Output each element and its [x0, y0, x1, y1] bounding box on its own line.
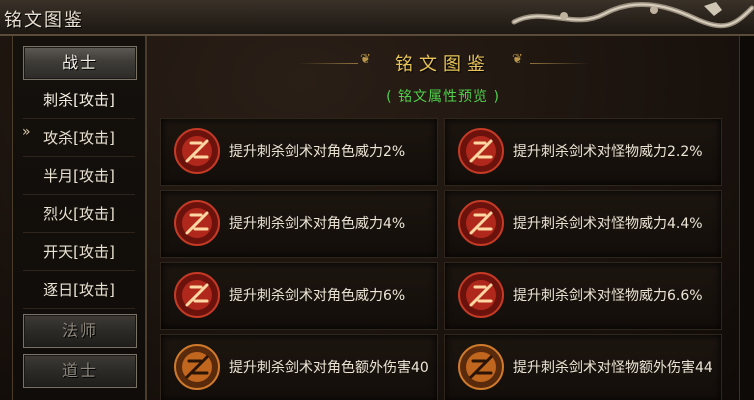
- red-rune-icon: [174, 272, 220, 318]
- panel-title: 铭文图鉴: [395, 54, 491, 75]
- dragon-ornament-icon: [511, 1, 754, 29]
- red-rune-icon: [174, 128, 220, 174]
- red-rune-icon: [458, 200, 504, 246]
- inscription-card[interactable]: 提升刺杀剑术对怪物威力6.6%: [444, 262, 722, 330]
- inscription-card[interactable]: 提升刺杀剑术对角色威力6%: [160, 262, 438, 330]
- skill-item-cisha[interactable]: 刺杀[攻击]: [23, 83, 135, 119]
- skill-item-liehuo[interactable]: 烈火[攻击]: [23, 197, 135, 233]
- inscription-window: 铭文图鉴 战士 » 刺杀[攻击] 攻杀[攻击] 半月[攻击] 烈火[攻击] 开天…: [0, 0, 754, 400]
- inscription-card[interactable]: 提升刺杀剑术对怪物威力2.2%: [444, 118, 722, 186]
- orange-rune-icon: [174, 344, 220, 390]
- card-text: 提升刺杀剑术对角色威力2%: [229, 144, 406, 160]
- inscription-card[interactable]: 提升刺杀剑术对怪物威力4.4%: [444, 190, 722, 258]
- skill-item-banyue[interactable]: 半月[攻击]: [23, 159, 135, 195]
- card-text: 提升刺杀剑术对怪物额外伤害44: [513, 360, 713, 376]
- orange-rune-icon: [458, 344, 504, 390]
- card-text: 提升刺杀剑术对角色威力4%: [229, 216, 406, 232]
- red-rune-icon: [458, 128, 504, 174]
- card-text: 提升刺杀剑术对怪物威力4.4%: [513, 216, 703, 232]
- category-warrior-button[interactable]: 战士: [23, 46, 137, 80]
- skill-item-kaitian[interactable]: 开天[攻击]: [23, 235, 135, 271]
- card-text: 提升刺杀剑术对怪物威力2.2%: [513, 144, 703, 160]
- inscription-card[interactable]: 提升刺杀剑术对怪物额外伤害44: [444, 334, 722, 400]
- main-panel: ❦ 铭文图鉴 ❦ ( 铭文属性预览 ) 提升刺杀剑术对角色威力2% 提升刺杀剑术…: [148, 36, 738, 400]
- category-taoist-button[interactable]: 道士: [23, 354, 137, 388]
- ornament-right-icon: ❦: [512, 52, 523, 67]
- panel-subtitle: ( 铭文属性预览 ): [386, 89, 500, 105]
- category-mage-button[interactable]: 法师: [23, 314, 137, 348]
- title-bar: 铭文图鉴: [0, 0, 754, 36]
- card-text: 提升刺杀剑术对角色威力6%: [229, 288, 406, 304]
- right-frame-edge: [739, 36, 754, 400]
- inscription-card[interactable]: 提升刺杀剑术对角色威力2%: [160, 118, 438, 186]
- red-rune-icon: [174, 200, 220, 246]
- card-text: 提升刺杀剑术对怪物威力6.6%: [513, 288, 703, 304]
- card-text: 提升刺杀剑术对角色额外伤害40: [229, 360, 429, 376]
- inscription-card[interactable]: 提升刺杀剑术对角色额外伤害40: [160, 334, 438, 400]
- red-rune-icon: [458, 272, 504, 318]
- header-divider-right: [530, 63, 590, 64]
- skill-item-zhuri[interactable]: 逐日[攻击]: [23, 273, 135, 309]
- window-title: 铭文图鉴: [4, 10, 84, 31]
- skill-item-gongsha[interactable]: 攻杀[攻击]: [23, 121, 135, 157]
- category-sidebar: 战士 » 刺杀[攻击] 攻杀[攻击] 半月[攻击] 烈火[攻击] 开天[攻击] …: [12, 36, 147, 400]
- inscription-card[interactable]: 提升刺杀剑术对角色威力4%: [160, 190, 438, 258]
